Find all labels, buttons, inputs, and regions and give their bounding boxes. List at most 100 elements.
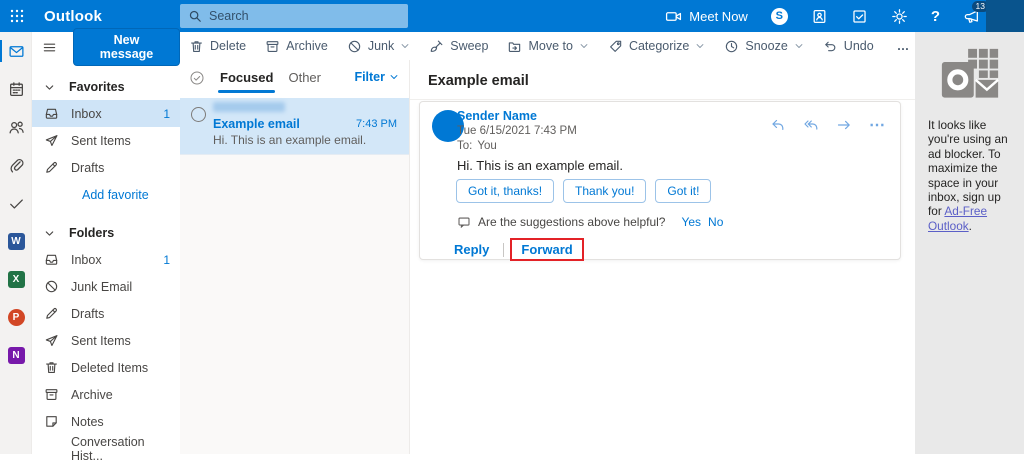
sidebar-item-drafts-favorite[interactable]: Drafts xyxy=(32,154,180,181)
sidebar-item-conversation-history[interactable]: Conversation Hist... xyxy=(32,435,180,462)
reply-button[interactable]: Reply xyxy=(454,239,497,260)
tab-focused[interactable]: Focused xyxy=(220,70,273,93)
categorize-button[interactable]: Categorize xyxy=(608,39,705,54)
settings-button[interactable] xyxy=(891,8,908,25)
suggested-replies: Got it, thanks! Thank you! Got it! xyxy=(456,179,711,203)
tool-label: Move to xyxy=(528,39,572,53)
sidebar-item-inbox-favorite[interactable]: Inbox 1 xyxy=(32,100,180,127)
sidebar-item-deleted[interactable]: Deleted Items xyxy=(32,354,180,381)
block-icon xyxy=(347,39,362,54)
add-favorite-link[interactable]: Add favorite xyxy=(32,181,180,208)
junk-button[interactable]: Junk xyxy=(347,39,410,54)
sweep-button[interactable]: Sweep xyxy=(429,39,488,54)
sidebar-item-junk[interactable]: Junk Email xyxy=(32,273,180,300)
rail-excel-button[interactable]: X xyxy=(0,260,32,298)
meet-now-button[interactable]: Meet Now xyxy=(665,8,748,25)
feedback-button[interactable]: 13 xyxy=(963,8,980,25)
skype-button[interactable]: S xyxy=(771,8,788,25)
snooze-button[interactable]: Snooze xyxy=(724,39,803,54)
delete-button[interactable]: Delete xyxy=(189,39,246,54)
excel-icon: X xyxy=(8,271,25,288)
sidebar-item-archive[interactable]: Archive xyxy=(32,381,180,408)
hamburger-menu-icon[interactable] xyxy=(42,40,63,55)
rail-people-button[interactable] xyxy=(0,108,32,146)
email-item-subject: Example email xyxy=(213,117,300,131)
forward-button-highlighted[interactable]: Forward xyxy=(510,238,583,261)
rail-powerpoint-button[interactable]: P xyxy=(0,298,32,336)
todo-icon xyxy=(851,8,868,25)
app-launcher-icon[interactable] xyxy=(0,0,34,32)
undo-button[interactable]: Undo xyxy=(823,39,874,54)
sender-name[interactable]: Sender Name xyxy=(457,109,537,123)
undo-icon xyxy=(823,39,838,54)
archive-button[interactable]: Archive xyxy=(265,39,328,54)
feedback-yes-link[interactable]: Yes xyxy=(681,215,701,229)
tool-label: Delete xyxy=(210,39,246,53)
contact-feed-icon xyxy=(811,8,828,25)
rail-onenote-button[interactable]: N xyxy=(0,336,32,374)
help-button[interactable]: ? xyxy=(931,8,940,25)
archive-icon xyxy=(44,387,59,402)
sidebar-item-notes[interactable]: Notes xyxy=(32,408,180,435)
sidebar-item-sent-favorite[interactable]: Sent Items xyxy=(32,127,180,154)
ad-text-before: It looks like you're using an ad blocker… xyxy=(928,118,1008,218)
to-value[interactable]: You xyxy=(477,140,496,152)
suggested-reply-button[interactable]: Thank you! xyxy=(563,179,646,203)
clock-icon xyxy=(724,39,739,54)
to-label: To: xyxy=(457,140,472,152)
recipient-line: To: You xyxy=(457,140,497,152)
powerpoint-icon: P xyxy=(8,309,25,326)
respond-row: Reply Forward xyxy=(454,238,584,261)
blurred-sender-name xyxy=(213,102,285,112)
todo-button[interactable] xyxy=(851,8,868,25)
tab-other[interactable]: Other xyxy=(288,70,321,93)
message-toolbar: Delete Archive Junk Sweep Move to Catego… xyxy=(180,32,915,60)
rail-calendar-button[interactable] xyxy=(0,70,32,108)
sidebar-item-label: Drafts xyxy=(71,307,104,321)
outlook-grayscale-logo-icon xyxy=(940,47,1000,107)
select-all-icon[interactable] xyxy=(189,70,205,86)
forward-icon[interactable] xyxy=(836,117,852,133)
feedback-no-link[interactable]: No xyxy=(708,215,723,229)
rail-attachments-button[interactable] xyxy=(0,146,32,184)
more-commands-button[interactable]: … xyxy=(897,39,911,53)
my-day-button[interactable] xyxy=(811,8,828,25)
sidebar-item-sent[interactable]: Sent Items xyxy=(32,327,180,354)
ad-text-after: . xyxy=(969,219,972,233)
send-icon xyxy=(44,133,59,148)
chevron-down-icon xyxy=(400,41,410,51)
select-message-radio[interactable] xyxy=(191,107,206,122)
rail-todo-button[interactable] xyxy=(0,184,32,222)
suggested-reply-button[interactable]: Got it! xyxy=(655,179,711,203)
tag-icon xyxy=(608,39,623,54)
reply-all-icon[interactable] xyxy=(803,117,819,133)
archive-icon xyxy=(265,39,280,54)
more-actions-icon[interactable]: ⋯ xyxy=(869,115,886,135)
search-box[interactable] xyxy=(180,4,408,28)
sidebar-item-inbox[interactable]: Inbox 1 xyxy=(32,246,180,273)
sidebar-item-label: Conversation Hist... xyxy=(71,435,180,463)
feedback-question: Are the suggestions above helpful? xyxy=(478,215,665,229)
filter-button[interactable]: Filter xyxy=(354,70,399,84)
move-to-button[interactable]: Move to xyxy=(507,39,588,54)
sidebar-item-drafts[interactable]: Drafts xyxy=(32,300,180,327)
rail-mail-button[interactable] xyxy=(0,32,32,70)
video-camera-icon xyxy=(665,8,682,25)
email-item-time: 7:43 PM xyxy=(356,118,397,130)
meet-now-label: Meet Now xyxy=(689,9,748,24)
suggested-reply-button[interactable]: Got it, thanks! xyxy=(456,179,554,203)
folders-section-header[interactable]: Folders xyxy=(32,220,180,246)
favorites-section-header[interactable]: Favorites xyxy=(32,74,180,100)
tool-label: Archive xyxy=(286,39,328,53)
account-button[interactable] xyxy=(986,0,1024,32)
pencil-icon xyxy=(44,160,59,175)
folders-label: Folders xyxy=(69,226,114,240)
new-message-button[interactable]: New message xyxy=(73,28,180,66)
rail-word-button[interactable]: W xyxy=(0,222,32,260)
note-icon xyxy=(44,414,59,429)
email-list-item[interactable]: Example email 7:43 PM Hi. This is an exa… xyxy=(180,98,409,155)
divider xyxy=(503,243,504,257)
search-input[interactable] xyxy=(209,9,389,23)
broom-icon xyxy=(429,39,444,54)
reply-icon[interactable] xyxy=(770,117,786,133)
